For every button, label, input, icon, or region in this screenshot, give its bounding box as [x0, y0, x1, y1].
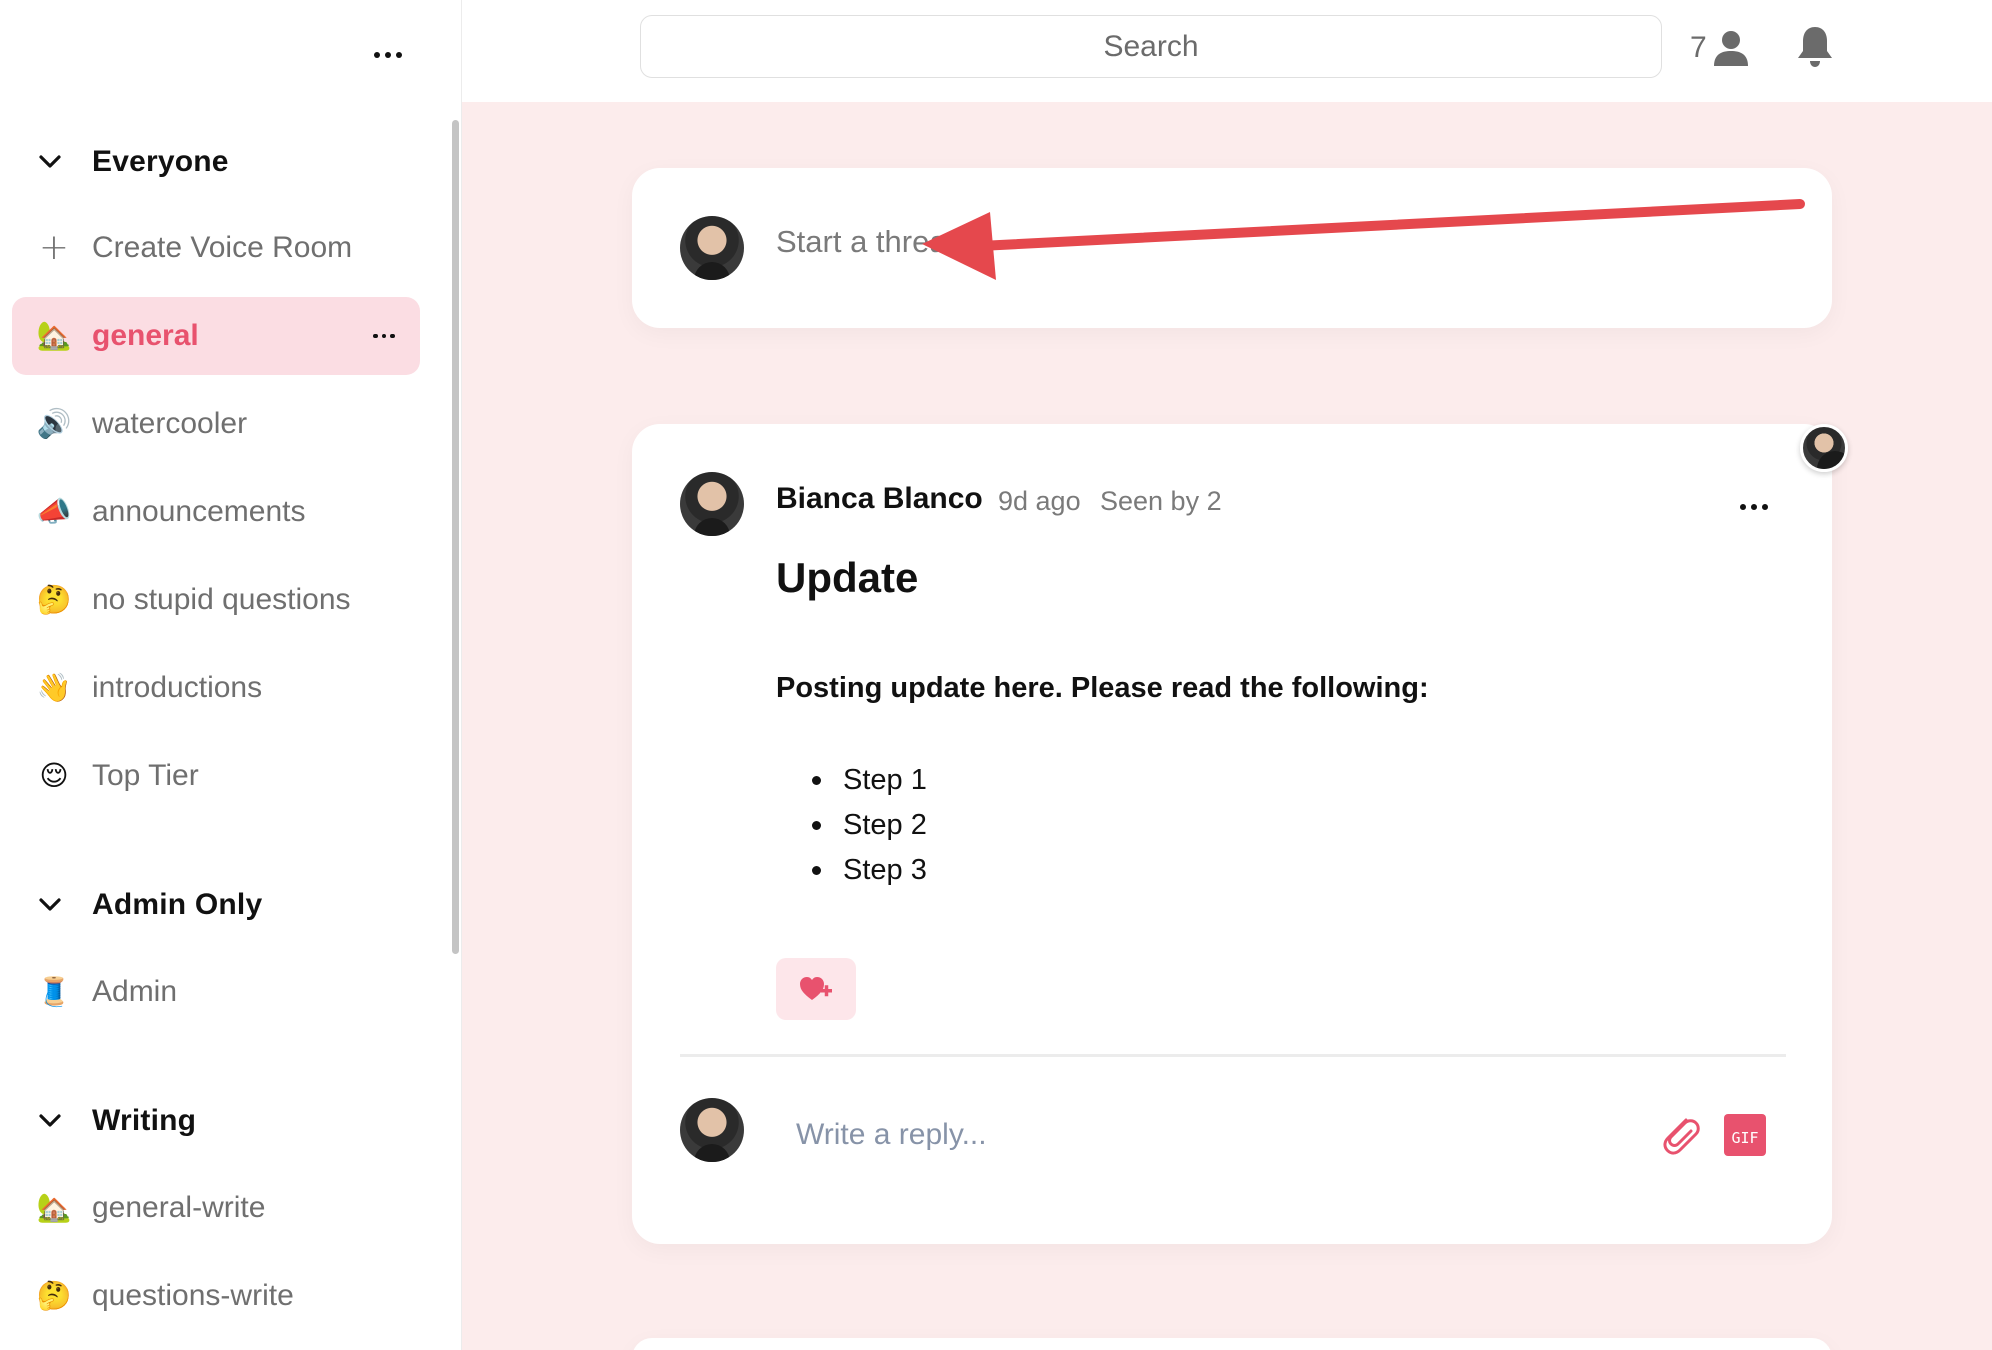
sidebar: Everyone + Create Voice Room 🏡 general 🔊…: [0, 0, 462, 1350]
seen-by[interactable]: Seen by 2: [1100, 486, 1222, 517]
divider: [680, 1054, 1786, 1057]
sidebar-item-label: general: [92, 319, 199, 352]
sidebar-item-label: Admin: [92, 975, 178, 1008]
relieved-face-icon: 😌: [39, 759, 69, 792]
waving-hand-icon: 👋: [36, 671, 72, 704]
sidebar-item-label: general-write: [92, 1191, 266, 1224]
plus-icon: +: [38, 227, 70, 268]
house-icon: 🏡: [36, 1191, 72, 1224]
more-icon: [1740, 504, 1768, 510]
thread-spool-icon: 🧵: [36, 975, 72, 1008]
sidebar-item-introductions[interactable]: 👋 introductions: [12, 649, 420, 727]
chevron-down-icon: [36, 1107, 64, 1135]
section-title: Everyone: [92, 145, 229, 178]
thinking-face-icon: 🤔: [36, 1279, 72, 1312]
create-voice-room-button[interactable]: + Create Voice Room: [12, 209, 420, 287]
post-more-button[interactable]: [1734, 492, 1774, 522]
heart-plus-icon: [800, 977, 832, 1000]
section-header-writing[interactable]: Writing: [36, 1099, 196, 1143]
add-reaction-button[interactable]: [776, 958, 856, 1020]
member-count: 7: [1690, 31, 1707, 64]
list-item: Step 3: [812, 848, 927, 893]
sidebar-item-label: Top Tier: [92, 759, 199, 792]
paperclip-icon[interactable]: [1656, 1110, 1704, 1158]
sidebar-item-label: watercooler: [92, 407, 248, 440]
sidebar-item-label: introductions: [92, 671, 263, 704]
members-button[interactable]: 7: [1690, 20, 1751, 76]
chevron-down-icon: [36, 891, 64, 919]
sidebar-scrollbar[interactable]: [452, 120, 459, 954]
sidebar-item-watercooler[interactable]: 🔊 watercooler: [12, 385, 420, 463]
sidebar-item-admin[interactable]: 🧵 Admin: [12, 953, 420, 1031]
avatar: [680, 216, 744, 280]
search-input[interactable]: Search: [640, 15, 1662, 78]
sidebar-item-questions-write[interactable]: 🤔 questions-write: [12, 1257, 420, 1335]
chevron-down-icon: [36, 148, 64, 176]
post-timestamp: 9d ago: [998, 486, 1081, 516]
house-icon: 🏡: [36, 319, 72, 352]
sidebar-item-general[interactable]: 🏡 general: [12, 297, 420, 375]
thread-composer: Start a thread: [632, 168, 1832, 328]
reply-input[interactable]: Write a reply...: [796, 1118, 987, 1152]
sidebar-item-label: no stupid questions: [92, 583, 351, 616]
author-name[interactable]: Bianca Blanco: [776, 482, 983, 516]
thinking-face-icon: 🤔: [36, 583, 72, 616]
channel-more-button[interactable]: [366, 321, 402, 351]
step-list: Step 1 Step 2 Step 3: [812, 758, 927, 893]
sidebar-item-top-tier[interactable]: 😌 Top Tier: [12, 737, 420, 815]
bell-icon[interactable]: [1790, 22, 1840, 72]
section-header-everyone[interactable]: Everyone: [36, 140, 229, 184]
next-thread-card: [632, 1338, 1832, 1350]
seen-avatar[interactable]: [1800, 424, 1848, 472]
speaker-icon: 🔊: [36, 407, 72, 440]
sidebar-item-announcements[interactable]: 📣 announcements: [12, 473, 420, 551]
create-voice-room-label: Create Voice Room: [92, 231, 353, 264]
avatar: [680, 1098, 744, 1162]
sidebar-item-label: questions-write: [92, 1279, 294, 1312]
list-item: Step 2: [812, 803, 927, 848]
post-body: Posting update here. Please read the fol…: [776, 672, 1429, 704]
person-icon: [1713, 31, 1748, 66]
start-thread-input[interactable]: Start a thread: [776, 224, 964, 260]
thread-post: Bianca Blanco 9d ago Seen by 2 Update Po…: [632, 424, 1832, 1244]
author-avatar[interactable]: [680, 472, 744, 536]
more-icon: [374, 52, 402, 58]
sidebar-item-general-write[interactable]: 🏡 general-write: [12, 1169, 420, 1247]
list-item: Step 1: [812, 758, 927, 803]
more-icon: [373, 333, 395, 339]
section-title: Admin Only: [92, 888, 263, 921]
post-title: Update: [776, 554, 919, 601]
sidebar-more-button[interactable]: [368, 40, 408, 70]
gif-button[interactable]: GIF: [1724, 1114, 1766, 1156]
sidebar-item-no-stupid-questions[interactable]: 🤔 no stupid questions: [12, 561, 420, 639]
megaphone-icon: 📣: [36, 495, 72, 528]
section-header-admin-only[interactable]: Admin Only: [36, 883, 262, 927]
section-title: Writing: [92, 1104, 197, 1137]
sidebar-item-label: announcements: [92, 495, 306, 528]
